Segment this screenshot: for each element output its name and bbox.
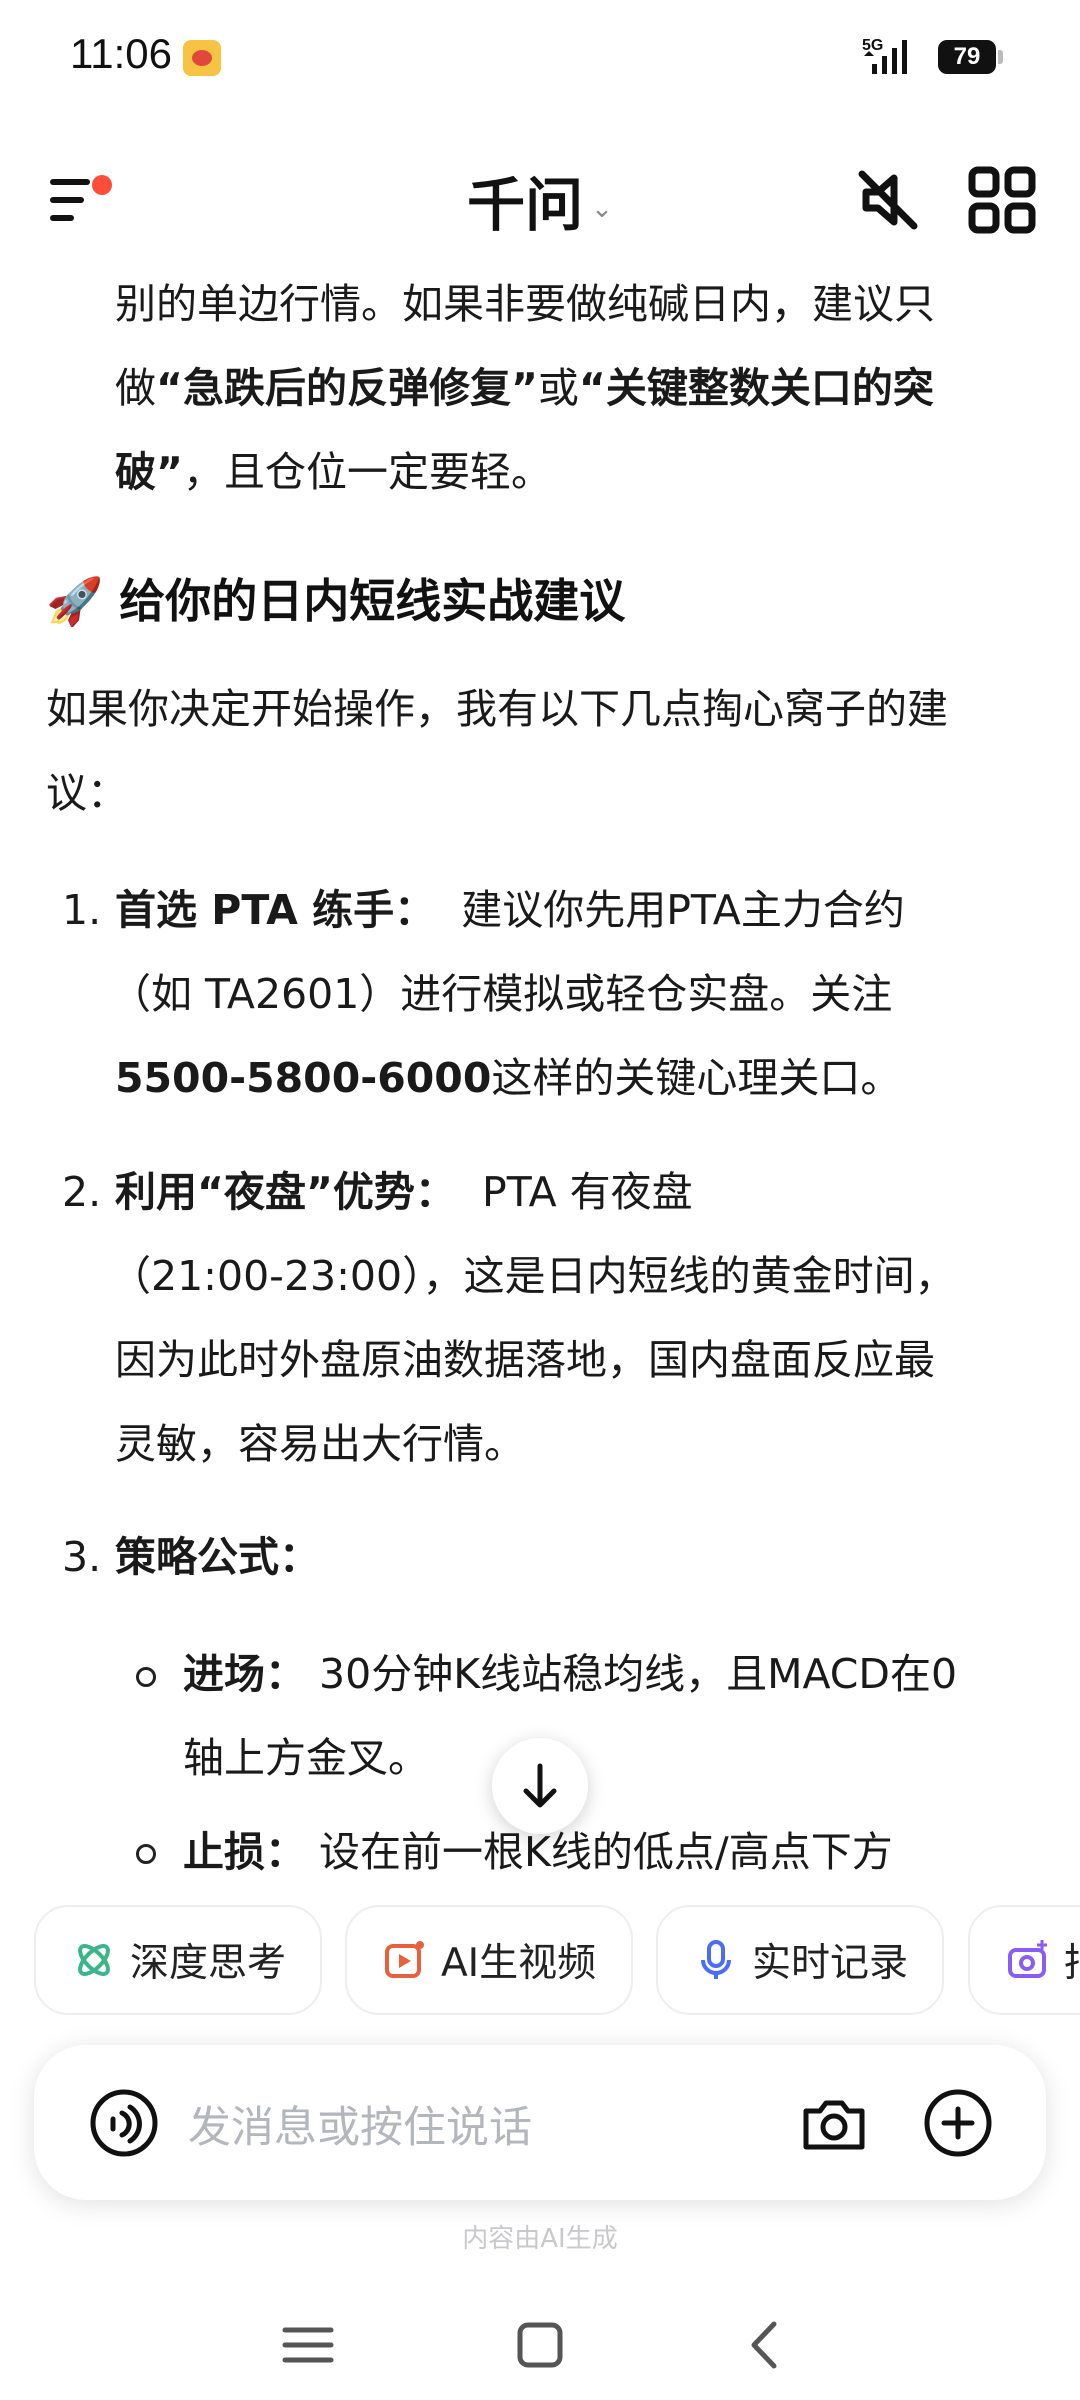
list-item-line: （如 TA2601）进行模拟或轻仓实盘。关注	[110, 970, 893, 1018]
voice-input-icon[interactable]	[88, 2087, 160, 2159]
add-icon[interactable]	[922, 2087, 994, 2159]
camera-plus-icon	[1008, 1940, 1047, 1978]
mute-speaker-icon[interactable]	[848, 160, 928, 240]
paragraph-line: 别的单边行情。如果非要做纯碱日内，建议只	[115, 280, 935, 328]
back-icon[interactable]	[730, 2310, 800, 2380]
network-type-label: 5G	[862, 37, 883, 54]
home-icon[interactable]	[505, 2310, 575, 2380]
status-bar: 11:06 5G 79	[0, 0, 1080, 110]
ai-video-icon	[385, 1941, 424, 1978]
chip-label: 实时记录	[752, 1941, 909, 1986]
bullet-circle-icon	[136, 1667, 156, 1687]
app-header: 千问 ⌄	[0, 120, 1080, 270]
list-item-line: 因为此时外盘原油数据落地，国内盘面反应最	[115, 1336, 935, 1384]
recent-apps-icon[interactable]	[273, 2310, 343, 2380]
list-item-line: 利用“夜盘”优势： PTA 有夜盘	[115, 1168, 693, 1216]
page-title: 千问	[467, 171, 584, 239]
list-item-line: 策略公式：	[115, 1533, 320, 1581]
list-number: 1.	[62, 886, 102, 934]
list-item-line: 5500-5800-6000这样的关键心理关口。	[115, 1054, 902, 1102]
chip-label: AI生视频	[441, 1941, 597, 1986]
intro-line: 如果你决定开始操作，我有以下几点掏心窝子的建	[46, 685, 948, 733]
chevron-down-icon: ⌄	[591, 193, 613, 224]
sub-list-line: 进场： 30分钟K线站稳均线，且MACD在0	[183, 1650, 958, 1698]
chip-deep-think[interactable]: 深度思考	[34, 1905, 322, 2015]
chat-message-content: 别的单边行情。如果非要做纯碱日内，建议只 做“急跌后的反弹修复”或“关键整数关口…	[0, 270, 1080, 1875]
paragraph-line: 破”，且仓位一定要轻。	[115, 448, 552, 496]
microphone-icon	[701, 1940, 731, 1979]
intro-line: 议：	[46, 769, 128, 817]
list-item-line: （21:00-23:00），这是日内短线的黄金时间，	[110, 1252, 956, 1300]
list-number: 3.	[62, 1533, 102, 1581]
weibo-notification-icon	[183, 40, 221, 76]
apps-grid-icon[interactable]	[962, 160, 1042, 240]
message-input-placeholder[interactable]: 发消息或按住说话	[188, 2093, 532, 2155]
chip-label: 深度思考	[130, 1941, 287, 1986]
deep-think-icon	[78, 1944, 110, 1976]
chip-live-record[interactable]: 实时记录	[656, 1905, 944, 2015]
rocket-icon: 🚀	[46, 574, 104, 628]
sub-list-line: 轴上方金叉。	[183, 1734, 429, 1782]
scroll-to-bottom-button[interactable]	[492, 1738, 588, 1834]
list-number: 2.	[62, 1168, 102, 1216]
status-time: 11:06	[70, 30, 172, 77]
system-navigation-bar	[0, 2280, 1080, 2400]
chip-photo[interactable]: 拍	[968, 1905, 1080, 2015]
list-item-line: 灵敏，容易出大行情。	[115, 1420, 525, 1468]
message-input-bar[interactable]: 发消息或按住说话	[34, 2045, 1046, 2200]
arrow-down-icon	[523, 1763, 557, 1808]
quick-action-chips: 深度思考 AI生视频 实时记录 拍	[0, 1905, 1080, 2020]
bullet-circle-icon	[136, 1844, 156, 1864]
ai-disclaimer: 内容由AI生成	[462, 2224, 618, 2254]
battery-indicator: 79	[938, 40, 1003, 74]
camera-icon[interactable]	[798, 2087, 870, 2159]
paragraph-line: 做“急跌后的反弹修复”或“关键整数关口的突	[115, 364, 934, 412]
chip-label: 拍	[1064, 1932, 1080, 1988]
list-item-line: 首选 PTA 练手： 建议你先用PTA主力合约	[115, 886, 905, 934]
section-heading: 🚀 给你的日内短线实战建议	[46, 574, 626, 628]
chip-ai-video[interactable]: AI生视频	[345, 1905, 633, 2015]
